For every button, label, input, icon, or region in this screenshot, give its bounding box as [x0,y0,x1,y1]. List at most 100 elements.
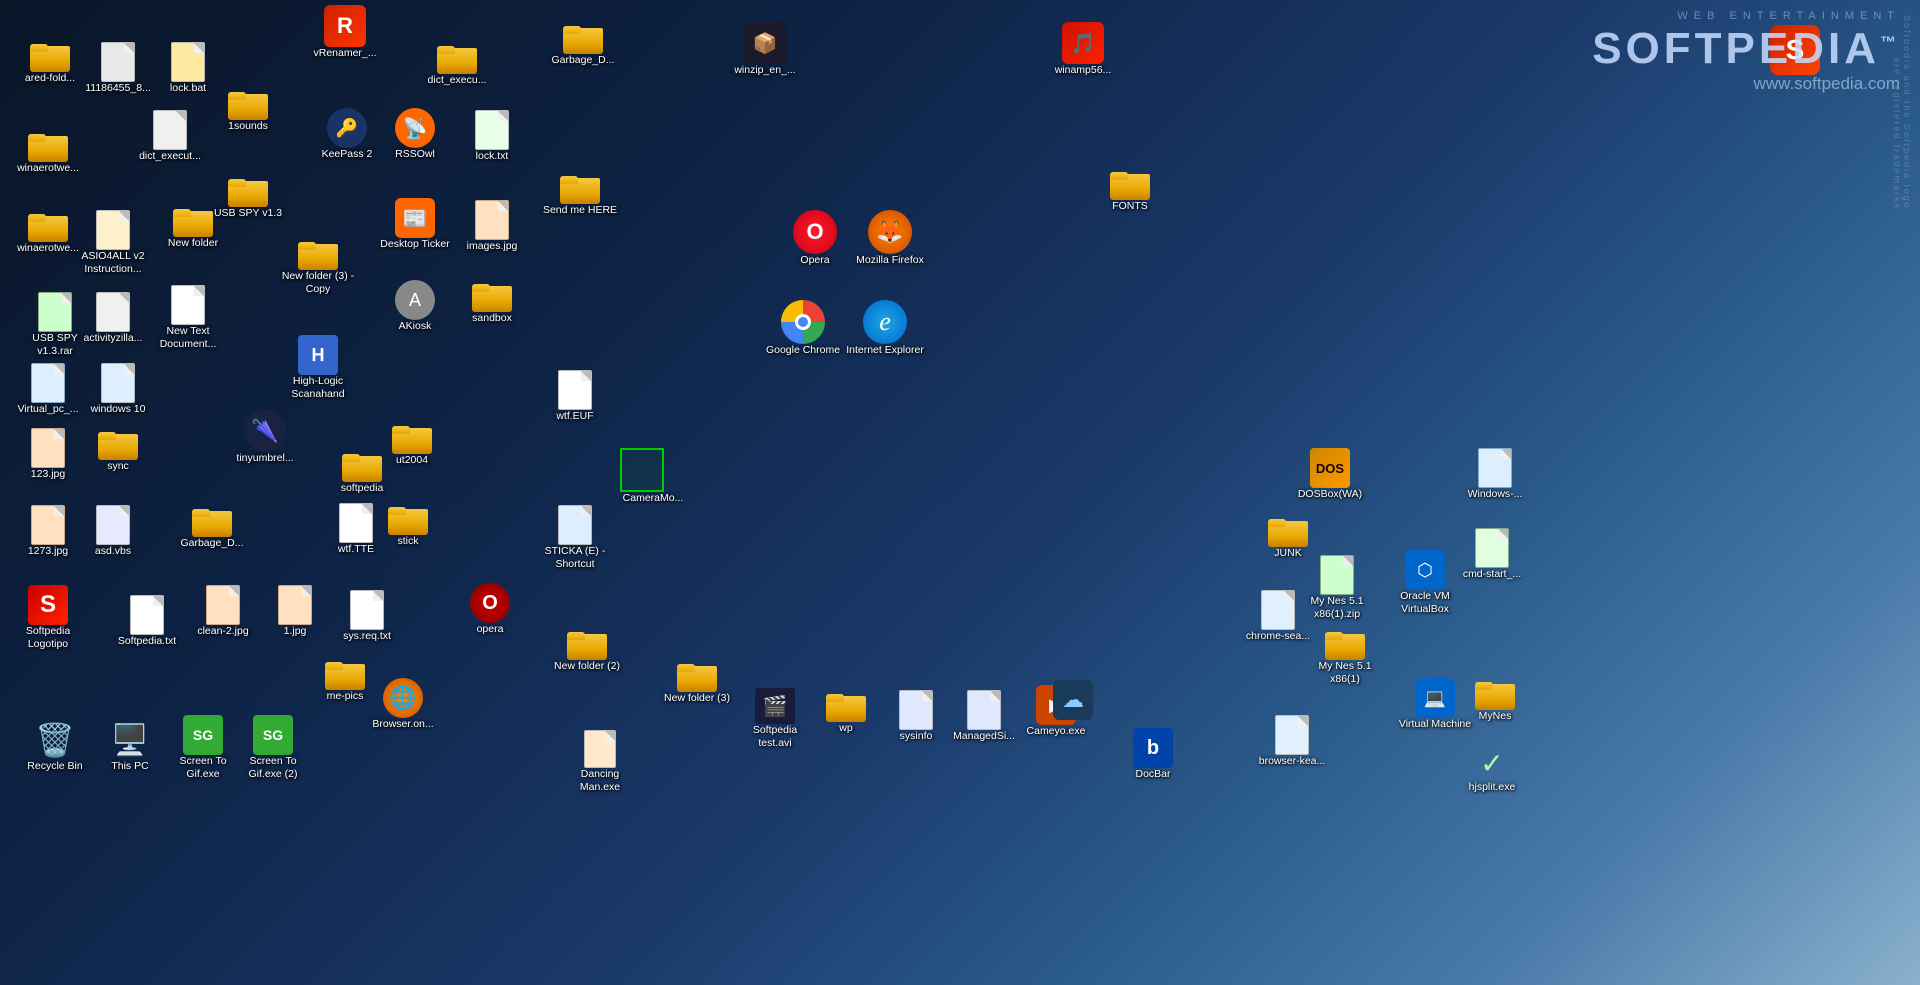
icon-akiosk[interactable]: A AKiosk [375,280,455,333]
app-icon [631,448,675,492]
icon-opera2[interactable]: O opera [450,583,530,636]
icon-sandbox[interactable]: sandbox [452,280,532,325]
icon-new-folder-3[interactable]: New folder (3) [657,660,737,705]
icon-ut2004[interactable]: ut2004 [372,422,452,467]
icon-asd-vbs[interactable]: asd.vbs [73,505,153,558]
icon-dict-execut2[interactable]: dict_execut... [130,110,210,163]
icon-label: CameraMo... [623,492,684,505]
icon-asio4all[interactable]: ASIO4ALL v2 Instruction... [73,210,153,275]
icon-new-folder-2[interactable]: New folder (2) [547,628,627,673]
icon-label: sandbox [472,312,512,325]
file-icon [1320,555,1354,595]
folder-icon [1268,515,1308,547]
icon-this-pc[interactable]: 🖥️ This PC [90,720,170,773]
icon-wtf-euf[interactable]: wtf.EUF [535,370,615,423]
file-icon [96,210,130,250]
icon-dict-execu[interactable]: dict_execu... [417,42,497,87]
icon-lock-bat[interactable]: lock.bat [148,42,228,95]
icon-1-jpg[interactable]: 1.jpg [255,585,335,638]
icon-softpedia-test[interactable]: 🎬 Softpedia test.avi [735,688,815,749]
icon-managedsi[interactable]: ManagedSi... [944,690,1024,743]
icon-mynes[interactable]: MyNes [1455,678,1535,723]
icon-fonts[interactable]: FONTS [1090,168,1170,213]
icon-desktop-ticker[interactable]: 📰 Desktop Ticker [375,198,455,251]
icon-ie[interactable]: e Internet Explorer [845,300,925,357]
icon-tinyumbrel[interactable]: 🌂 tinyumbrel... [225,410,305,465]
icon-11186455[interactable]: 11186455_8... [78,42,158,95]
file-icon [31,428,65,468]
folder-icon [826,690,866,722]
icon-winamp56[interactable]: 🎵 winamp56... [1043,22,1123,77]
icon-sticka-e[interactable]: STICKA (E) - Shortcut [535,505,615,570]
icon-browseron[interactable]: 🌐 Browser.on... [363,678,443,731]
folder-icon [472,280,512,312]
file-icon [38,292,72,332]
icon-winaerotwe-top[interactable]: winaerotwe... [8,130,88,175]
file-icon [206,585,240,625]
softpedia-title-text: SOFTPEDIA [1592,24,1880,73]
app-icon: 🎵 [1062,22,1104,64]
icon-garbage-d[interactable]: Garbage_D... [543,22,623,67]
icon-stick[interactable]: stick [368,503,448,548]
icon-dancing-man[interactable]: Dancing Man.exe [560,730,640,793]
icon-opera[interactable]: O Opera [775,210,855,267]
icon-cloud[interactable]: ☁ [1033,680,1113,720]
app-icon: SG [253,715,293,755]
icon-my-nes-x86[interactable]: My Nes 5.1 x86(1) [1305,628,1385,685]
app-icon: ☁ [1053,680,1093,720]
icon-high-logic[interactable]: H High-Logic Scanahand [278,335,358,400]
icon-rssowl[interactable]: 📡 RSSOwl [375,108,455,161]
icon-activityzilla[interactable]: activityzilla... [73,292,153,345]
icon-garbage-d2[interactable]: Garbage_D... [172,505,252,550]
file-icon [1261,590,1295,630]
icon-label: Browser.on... [372,718,433,731]
icon-screen-to-gif[interactable]: SG Screen To Gif.exe [163,715,243,780]
icon-softpedia-logo[interactable]: S Softpedia Logotipo [8,585,88,650]
icon-label: 1273.jpg [28,545,68,558]
icon-virtual-pc[interactable]: Virtual_pc_... [8,363,88,416]
icon-docbar[interactable]: b DocBar [1113,728,1193,781]
icon-firefox[interactable]: 🦊 Mozilla Firefox [850,210,930,267]
icon-send-me[interactable]: Send me HERE [540,172,620,217]
icon-junk[interactable]: JUNK [1248,515,1328,560]
icon-windows10[interactable]: windows 10 [78,363,158,416]
icon-label: wtf.EUF [556,410,593,423]
icon-label: asd.vbs [95,545,131,558]
folder-icon [1110,168,1150,200]
icon-sync[interactable]: sync [78,428,158,473]
icon-vrenamer[interactable]: R vRenamer_... [305,5,385,60]
icon-label: KeePass 2 [322,148,373,161]
icon-new-folder-3-copy[interactable]: New folder (3) - Copy [278,238,358,295]
icon-recycle-bin[interactable]: 🗑️ Recycle Bin [15,720,95,773]
file-icon [1475,528,1509,568]
icon-screen-to-gif2[interactable]: SG Screen To Gif.exe (2) [233,715,313,780]
softpedia-brand: WEB ENTERTAINMENT SOFTPEDIA™ www.softped… [1592,10,1900,94]
icon-sys-req-txt[interactable]: sys.req.txt [327,590,407,643]
icon-cameramo[interactable]: CameraMo... [613,448,693,505]
icon-winzip[interactable]: 📦 winzip_en_... [725,22,805,77]
icon-new-folder[interactable]: New folder [153,205,233,250]
icon-new-text-doc[interactable]: New Text Document... [148,285,228,350]
icon-lock-txt[interactable]: lock.txt [452,110,532,163]
icon-dosbox[interactable]: DOS DOSBox(WA) [1290,448,1370,501]
file-icon [967,690,1001,730]
file-icon [171,42,205,82]
icon-wp[interactable]: wp [806,690,886,735]
icon-chrome[interactable]: Google Chrome [763,300,843,357]
icon-browser-kea[interactable]: browser-kea... [1252,715,1332,768]
file-icon [475,200,509,240]
icon-123-jpg[interactable]: 123.jpg [8,428,88,481]
icon-label: Internet Explorer [846,344,924,357]
folder-icon [30,40,70,72]
icon-softpedia-txt[interactable]: Softpedia.txt [107,595,187,648]
icon-cmd-start[interactable]: cmd-start_... [1452,528,1532,581]
icon-1sounds[interactable]: 1sounds [208,88,288,133]
icon-label: images.jpg [467,240,518,253]
icon-images-jpg[interactable]: images.jpg [452,200,532,253]
file-icon [31,505,65,545]
icon-hjsplitexe[interactable]: ✓ hjsplit.exe [1452,745,1532,794]
icon-clean-2jpg[interactable]: clean-2.jpg [183,585,263,638]
folder-icon [1475,678,1515,710]
icon-label: Dancing Man.exe [560,768,640,793]
icon-windows-app[interactable]: Windows-... [1455,448,1535,501]
